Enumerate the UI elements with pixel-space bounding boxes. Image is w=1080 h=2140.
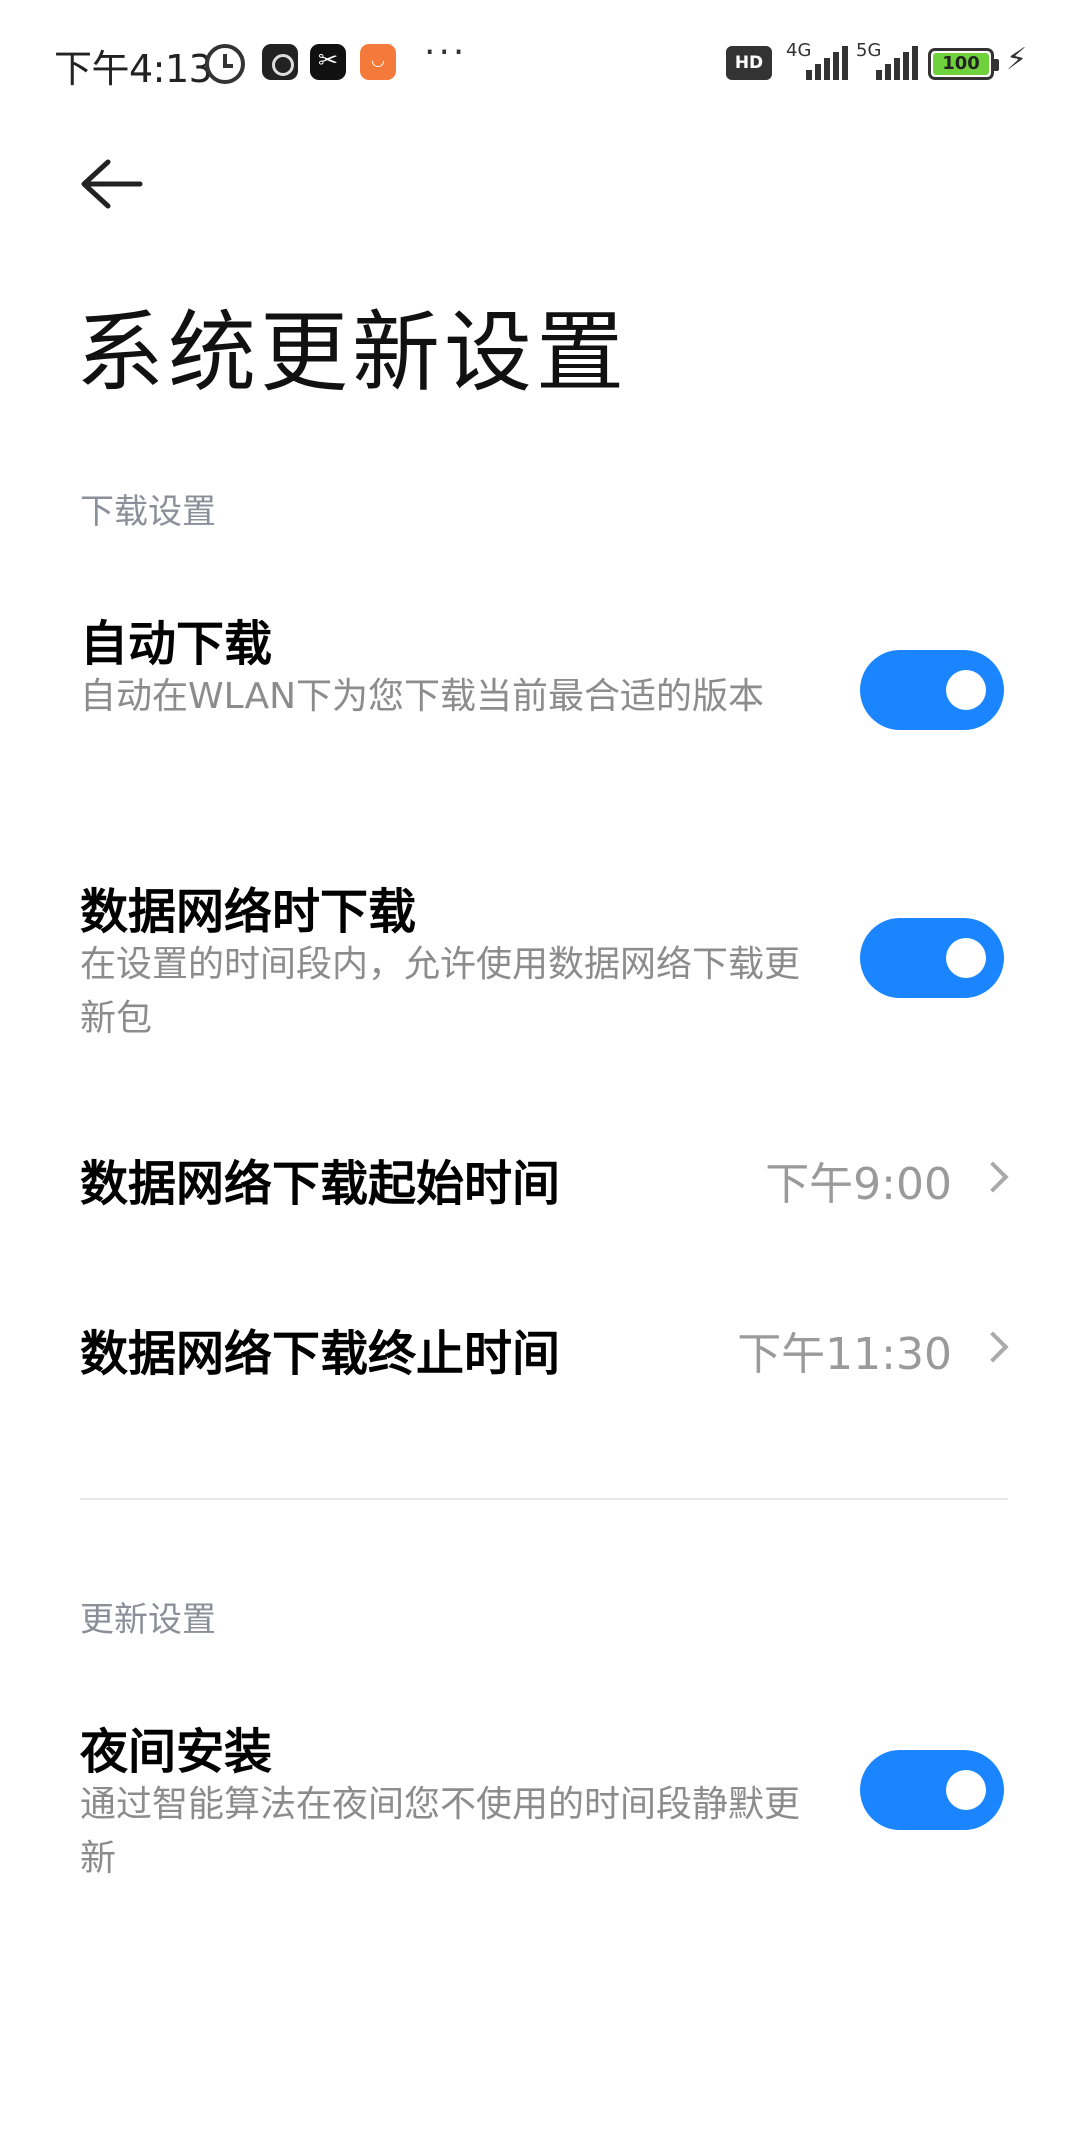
night-install-title: 夜间安装 [80, 1724, 273, 1780]
data-download-desc: 在设置的时间段内，允许使用数据网络下载更新包 [80, 944, 801, 1039]
taobao-icon: ◡ [360, 44, 396, 80]
start-time-value: 下午9:00 [765, 1159, 952, 1210]
chevron-right-icon [977, 1161, 1009, 1193]
signal-icon-2 [876, 46, 918, 80]
hd-label: HD [734, 53, 764, 73]
auto-download-title: 自动下载 [80, 616, 273, 672]
section-label-download: 下载设置 [80, 492, 216, 532]
end-time-title: 数据网络下载终止时间 [80, 1326, 561, 1382]
end-time-value: 下午11:30 [737, 1329, 952, 1380]
settings-screen: 下午4:13 ✂ ◡ ··· HD 4G 5G 100 ⚡ 系统更新设置 下载设… [0, 0, 1080, 2140]
hd-voice-icon: HD [726, 46, 772, 80]
chevron-right-icon [977, 1331, 1009, 1363]
battery-icon: 100 [928, 48, 999, 80]
auto-download-toggle[interactable] [860, 650, 1004, 730]
app-notification-icon [262, 44, 298, 80]
night-install-desc: 通过智能算法在夜间您不使用的时间段静默更新 [80, 1784, 801, 1879]
start-time-title: 数据网络下载起始时间 [80, 1156, 561, 1212]
status-bar: 下午4:13 ✂ ◡ ··· HD 4G 5G 100 ⚡ [0, 0, 1080, 128]
toggle-knob [946, 670, 986, 710]
auto-download-desc: 自动在WLAN下为您下载当前最合适的版本 [80, 676, 765, 717]
section-divider [80, 1498, 1008, 1500]
charging-icon: ⚡ [1006, 42, 1028, 77]
section-label-update: 更新设置 [80, 1600, 216, 1640]
battery-text: 100 [942, 53, 980, 74]
night-install-toggle[interactable] [860, 1750, 1004, 1830]
back-arrow-icon [81, 159, 143, 209]
capcut-icon: ✂ [310, 44, 346, 80]
toggle-knob [946, 1770, 986, 1810]
more-notifications-icon: ··· [424, 32, 468, 73]
page-title: 系统更新设置 [76, 301, 629, 404]
alarm-icon [205, 44, 245, 84]
status-time: 下午4:13 [54, 47, 213, 91]
toggle-knob [946, 938, 986, 978]
signal-icon [806, 46, 848, 80]
data-download-toggle[interactable] [860, 918, 1004, 998]
data-download-title: 数据网络时下载 [80, 884, 417, 940]
back-button[interactable] [78, 156, 146, 212]
